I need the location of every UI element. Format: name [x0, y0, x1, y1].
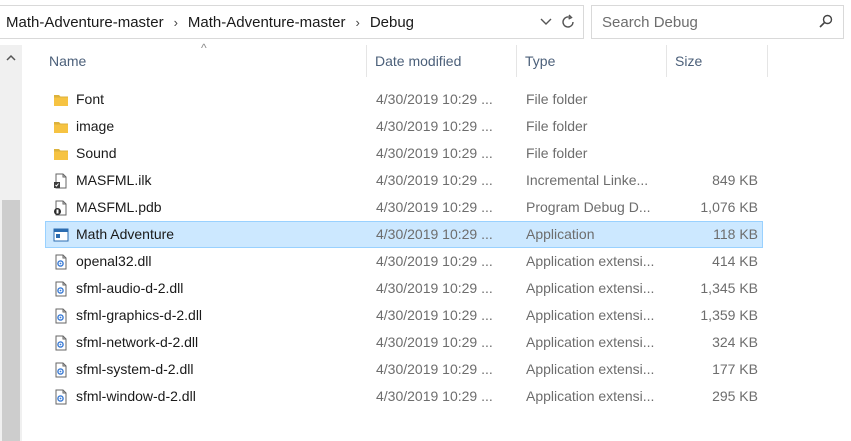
vertical-scrollbar[interactable]	[0, 45, 22, 441]
file-date-modified: 4/30/2019 10:29 ...	[376, 145, 493, 161]
file-size: 1,345 KB	[700, 280, 758, 296]
column-header-size[interactable]: Size	[667, 45, 768, 77]
breadcrumb-item[interactable]: Math-Adventure-master	[0, 14, 166, 31]
file-name: sfml-audio-d-2.dll	[76, 280, 184, 296]
file-date-modified: 4/30/2019 10:29 ...	[376, 253, 493, 269]
file-name: sfml-graphics-d-2.dll	[76, 307, 203, 323]
dll-file-icon	[52, 303, 70, 328]
file-type: File folder	[526, 118, 588, 134]
file-row[interactable]: openal32.dll 4/30/2019 10:29 ... Applicati…	[45, 248, 763, 275]
file-row[interactable]: sfml-network-d-2.dll 4/30/2019 10:29 ... A…	[45, 329, 763, 356]
file-size: 295 KB	[712, 388, 758, 404]
dll-file-icon	[52, 276, 70, 301]
folder-icon	[52, 87, 70, 112]
file-name: Font	[76, 91, 105, 107]
file-name: openal32.dll	[76, 253, 152, 269]
column-header-name[interactable]: Name	[45, 45, 367, 77]
file-type: Program Debug D...	[526, 199, 651, 215]
file-row[interactable]: Sound 4/30/2019 10:29 ... File folder	[45, 140, 763, 167]
dll-file-icon	[52, 357, 70, 382]
file-date-modified: 4/30/2019 10:29 ...	[376, 118, 493, 134]
column-divider[interactable]	[767, 45, 768, 77]
file-size	[668, 141, 758, 166]
dll-file-icon	[52, 330, 70, 355]
file-name: MASFML.pdb	[76, 199, 162, 215]
file-date-modified: 4/30/2019 10:29 ...	[376, 334, 493, 350]
file-date-modified: 4/30/2019 10:29 ...	[376, 172, 493, 188]
file-size: 118 KB	[713, 226, 758, 242]
file-date-modified: 4/30/2019 10:29 ...	[376, 280, 493, 296]
file-row[interactable]: image 4/30/2019 10:29 ... File folder	[45, 113, 763, 140]
address-bar[interactable]: Math-Adventure-master › Math-Adventure-m…	[0, 5, 584, 39]
file-size	[668, 87, 758, 112]
file-type: Application extensi...	[526, 307, 655, 323]
file-date-modified: 4/30/2019 10:29 ...	[376, 199, 493, 215]
folder-icon	[52, 141, 70, 166]
file-type: Application extensi...	[526, 334, 655, 350]
file-name: image	[76, 118, 115, 134]
breadcrumb-item[interactable]: Debug	[368, 14, 416, 31]
file-row[interactable]: MASFML.pdb 4/30/2019 10:29 ... Program Deb…	[45, 194, 763, 221]
column-header-date[interactable]: Date modified	[367, 45, 517, 77]
file-size: 324 KB	[712, 334, 758, 350]
file-type: Application extensi...	[526, 253, 655, 269]
file-row[interactable]: sfml-window-d-2.dll 4/30/2019 10:29 ... Ap…	[45, 383, 763, 410]
file-date-modified: 4/30/2019 10:29 ...	[376, 361, 493, 377]
file-name: sfml-system-d-2.dll	[76, 361, 194, 377]
file-name: sfml-window-d-2.dll	[76, 388, 196, 404]
column-header-row: ^ Name Date modified Type Size	[45, 41, 768, 77]
breadcrumb-item[interactable]: Math-Adventure-master	[186, 14, 348, 31]
column-header-label: Size	[675, 53, 703, 69]
file-type: Incremental Linke...	[526, 172, 649, 188]
column-header-type[interactable]: Type	[517, 45, 667, 77]
file-type: File folder	[526, 145, 588, 161]
pdb-file-icon	[52, 195, 70, 220]
breadcrumb-separator[interactable]: ›	[347, 15, 367, 30]
folder-icon	[52, 114, 70, 139]
file-size: 1,076 KB	[700, 199, 758, 215]
file-type: Application extensi...	[526, 280, 655, 296]
file-size: 1,359 KB	[700, 307, 758, 323]
file-row[interactable]: sfml-audio-d-2.dll 4/30/2019 10:29 ... App…	[45, 275, 763, 302]
scrollbar-thumb[interactable]	[2, 200, 20, 441]
chevron-down-icon[interactable]	[535, 11, 557, 33]
file-type: Application extensi...	[526, 361, 655, 377]
column-header-label: Date modified	[375, 53, 462, 69]
dll-file-icon	[52, 384, 70, 409]
file-row[interactable]: MASFML.ilk 4/30/2019 10:29 ... Incremental…	[45, 167, 763, 194]
file-list: Font 4/30/2019 10:29 ... File folder image 4…	[45, 86, 763, 410]
scroll-up-icon[interactable]	[0, 45, 22, 69]
file-date-modified: 4/30/2019 10:29 ...	[376, 226, 493, 242]
file-row[interactable]: sfml-system-d-2.dll 4/30/2019 10:29 ... Ap…	[45, 356, 763, 383]
file-date-modified: 4/30/2019 10:29 ...	[376, 91, 493, 107]
file-date-modified: 4/30/2019 10:29 ...	[376, 388, 493, 404]
file-type: Application extensi...	[526, 388, 655, 404]
file-type: File folder	[526, 91, 588, 107]
file-date-modified: 4/30/2019 10:29 ...	[376, 307, 493, 323]
column-header-label: Type	[525, 53, 556, 69]
breadcrumb: Math-Adventure-master › Math-Adventure-m…	[0, 14, 535, 31]
file-row[interactable]: Math Adventure 4/30/2019 10:29 ... Applica…	[45, 221, 763, 248]
file-row[interactable]: sfml-graphics-d-2.dll 4/30/2019 10:29 ...…	[45, 302, 763, 329]
file-name: MASFML.ilk	[76, 172, 152, 188]
file-size: 849 KB	[712, 172, 758, 188]
search-input[interactable]	[602, 13, 819, 31]
file-name: Sound	[76, 145, 117, 161]
search-icon[interactable]	[819, 14, 833, 31]
breadcrumb-separator[interactable]: ›	[166, 15, 186, 30]
file-size	[668, 114, 758, 139]
file-row[interactable]: Font 4/30/2019 10:29 ... File folder	[45, 86, 763, 113]
column-header-label: Name	[49, 53, 87, 69]
file-name: sfml-network-d-2.dll	[76, 334, 199, 350]
ilk-file-icon	[52, 168, 70, 193]
file-name: Math Adventure	[76, 226, 175, 242]
application-icon	[52, 222, 70, 247]
refresh-icon[interactable]	[557, 11, 579, 33]
search-box[interactable]	[591, 5, 844, 39]
dll-file-icon	[52, 249, 70, 274]
file-type: Application	[526, 226, 595, 242]
file-size: 177 KB	[712, 361, 758, 377]
file-size: 414 KB	[712, 253, 758, 269]
